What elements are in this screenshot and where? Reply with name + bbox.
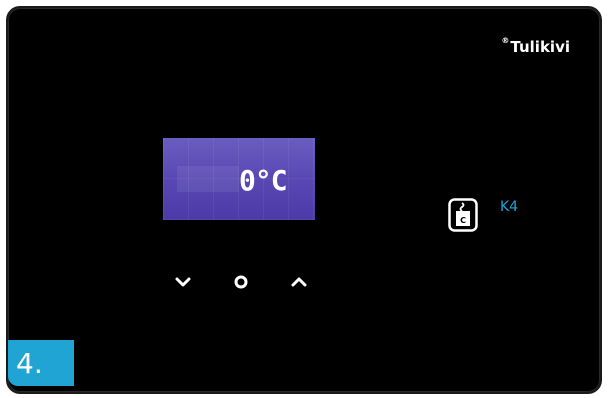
chevron-up-icon	[291, 277, 307, 287]
brand-name: Tulikivi	[510, 38, 570, 56]
down-button[interactable]	[173, 274, 193, 290]
up-button[interactable]	[289, 274, 309, 290]
k4-sauna-mode-icon: C	[448, 198, 478, 232]
mode-label: K4	[500, 199, 519, 215]
lcd-unlit-segments	[177, 166, 239, 192]
circle-dot-icon	[234, 275, 248, 289]
step-number-badge: 4.	[8, 340, 74, 386]
ok-button[interactable]	[231, 274, 251, 290]
chevron-down-icon	[175, 277, 191, 287]
svg-text:C: C	[460, 216, 466, 225]
lcd-display: 0°C	[163, 138, 315, 220]
control-panel: ®Tulikivi 0°C C K4	[6, 6, 602, 394]
brand-logo: ®Tulikivi	[501, 36, 570, 56]
temperature-readout: 0°C	[239, 164, 288, 197]
registered-mark: ®	[501, 36, 510, 45]
